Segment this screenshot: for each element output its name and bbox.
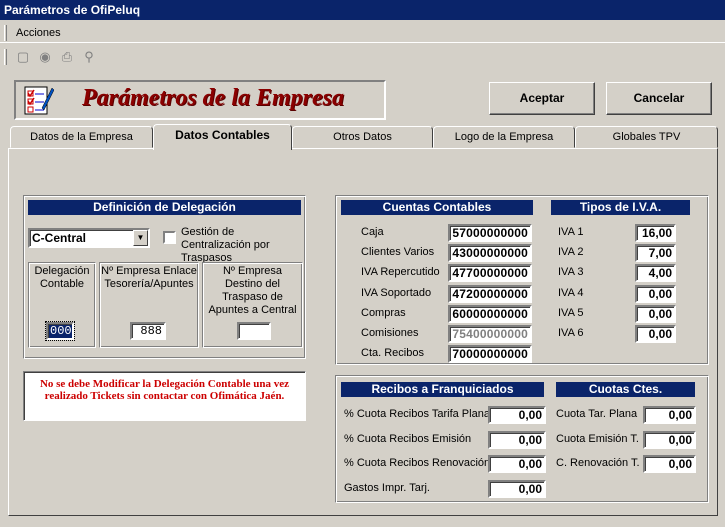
empresa-destino-input[interactable] — [237, 322, 271, 340]
menu-bar: Acciones — [0, 23, 725, 43]
cuentas-row-input[interactable]: 57000000000 — [448, 224, 532, 242]
delegacion-contable-label: Delegación Contable — [34, 265, 90, 290]
tab-logo-empresa[interactable]: Logo de la Empresa — [433, 126, 575, 148]
cancel-button[interactable]: Cancelar — [606, 82, 712, 115]
delegacion-select[interactable]: C-Central ▼ — [28, 228, 150, 248]
cuentas-row-input[interactable]: 47700000000 — [448, 264, 532, 283]
empresa-enlace-label: Nº Empresa Enlace Tesorería/Apuntes — [101, 265, 197, 290]
cuotas-row-label: C. Renovación T. — [556, 457, 640, 469]
header-banner: Parámetros de la Empresa — [14, 80, 386, 120]
iva-row-label: IVA 2 — [558, 246, 584, 259]
tab-datos-empresa[interactable]: Datos de la Empresa — [10, 126, 153, 148]
iva-row-label: IVA 1 — [558, 226, 584, 238]
iva-row-input[interactable]: 4,00 — [635, 264, 676, 283]
centralizacion-label: Gestión de Centralización por Traspasos — [181, 226, 270, 264]
recibos-row-label: % Cuota Recibos Tarifa Plana — [344, 408, 490, 420]
tab-panel: Definición de Delegación C-Central ▼ Ges… — [8, 148, 718, 516]
view-icon[interactable]: ◉ — [36, 48, 54, 66]
empresa-destino-label: Nº Empresa Destino del Traspaso de Apunt… — [208, 265, 297, 316]
cuotas-row-input[interactable]: 0,00 — [643, 406, 696, 424]
iva-row-input[interactable]: 7,00 — [635, 244, 676, 263]
delegacion-contable-input[interactable]: 000 — [45, 321, 75, 341]
tab-datos-contables[interactable]: Datos Contables — [153, 124, 292, 150]
iva-row-label: IVA 3 — [558, 266, 584, 279]
centralizacion-checkbox[interactable] — [163, 231, 176, 244]
delegacion-select-value: C-Central — [32, 231, 87, 245]
cuentas-row-label: Comisiones — [361, 327, 419, 339]
iva-title: Tipos de I.V.A. — [551, 200, 690, 215]
recibos-cuotas-group: Recibos a Franquiciados Cuotas Ctes. % C… — [335, 375, 709, 503]
tab-globales-tpv[interactable]: Globales TPV — [575, 126, 718, 148]
recibos-row-input[interactable]: 0,00 — [488, 455, 546, 473]
cuotas-row-label: Cuota Tar. Plana — [556, 408, 638, 420]
cuentas-row-input[interactable]: 70000000000 — [448, 345, 532, 364]
recibos-row-label: % Cuota Recibos Emisión — [344, 432, 472, 445]
chevron-down-icon[interactable]: ▼ — [133, 230, 148, 246]
warning-message: No se debe Modificar la Delegación Conta… — [23, 371, 306, 421]
iva-row-input[interactable]: 0,00 — [635, 284, 676, 303]
cuentas-row-label: Compras — [361, 306, 406, 319]
recibos-title: Recibos a Franquiciados — [341, 382, 544, 397]
cuentas-row-label: IVA Repercutido — [361, 266, 440, 279]
toolbar-grip[interactable] — [4, 49, 7, 65]
cuentas-row-input[interactable]: 60000000000 — [448, 304, 532, 323]
iva-row-label: IVA 6 — [558, 327, 584, 339]
iva-row-input[interactable]: 16,00 — [635, 224, 676, 242]
new-icon[interactable]: ▢ — [14, 48, 32, 66]
menu-acciones[interactable]: Acciones — [16, 23, 61, 43]
print-icon[interactable]: ⎙ — [58, 48, 76, 66]
cuentas-row-input[interactable]: 75400000000 — [448, 325, 532, 343]
iva-row-input[interactable]: 0,00 — [635, 325, 676, 343]
page-title: Parámetros de la Empresa — [82, 85, 344, 111]
cuentas-row-input[interactable]: 47200000000 — [448, 284, 532, 303]
cuotas-title: Cuotas Ctes. — [556, 382, 695, 397]
accept-button[interactable]: Aceptar — [489, 82, 595, 115]
empresa-enlace-input[interactable]: 888 — [130, 322, 166, 340]
cuentas-title: Cuentas Contables — [341, 200, 533, 215]
cuotas-row-label: Cuota Emisión T. — [556, 432, 639, 445]
recibos-row-input[interactable]: 0,00 — [488, 406, 546, 424]
cuentas-row-label: IVA Soportado — [361, 286, 432, 299]
tab-otros-datos[interactable]: Otros Datos — [292, 126, 433, 148]
menu-grip[interactable] — [4, 25, 7, 41]
iva-row-label: IVA 4 — [558, 286, 584, 299]
recibos-row-label: % Cuota Recibos Renovación — [344, 457, 491, 469]
window-title: Parámetros de OfiPeluq — [0, 0, 725, 20]
iva-row-input[interactable]: 0,00 — [635, 304, 676, 323]
cuentas-row-label: Caja — [361, 226, 384, 238]
cuentas-row-label: Cta. Recibos — [361, 347, 424, 360]
iva-row-label: IVA 5 — [558, 306, 584, 319]
recibos-row-input[interactable]: 0,00 — [488, 430, 546, 449]
recibos-row-label: Gastos Impr. Tarj. — [344, 481, 430, 494]
cuotas-row-input[interactable]: 0,00 — [643, 455, 696, 473]
cuotas-row-input[interactable]: 0,00 — [643, 430, 696, 449]
cuentas-row-label: Clientes Varios — [361, 246, 435, 259]
checklist-icon — [24, 86, 54, 115]
delegacion-group: Definición de Delegación C-Central ▼ Ges… — [23, 195, 306, 359]
search-icon[interactable]: ⚲ — [80, 48, 98, 66]
toolbar: ▢ ◉ ⎙ ⚲ — [0, 44, 105, 70]
cuentas-row-input[interactable]: 43000000000 — [448, 244, 532, 263]
cuentas-iva-group: Cuentas Contables Tipos de I.V.A. Caja 57… — [335, 195, 709, 365]
recibos-row-input[interactable]: 0,00 — [488, 479, 546, 498]
delegacion-title: Definición de Delegación — [28, 200, 301, 215]
